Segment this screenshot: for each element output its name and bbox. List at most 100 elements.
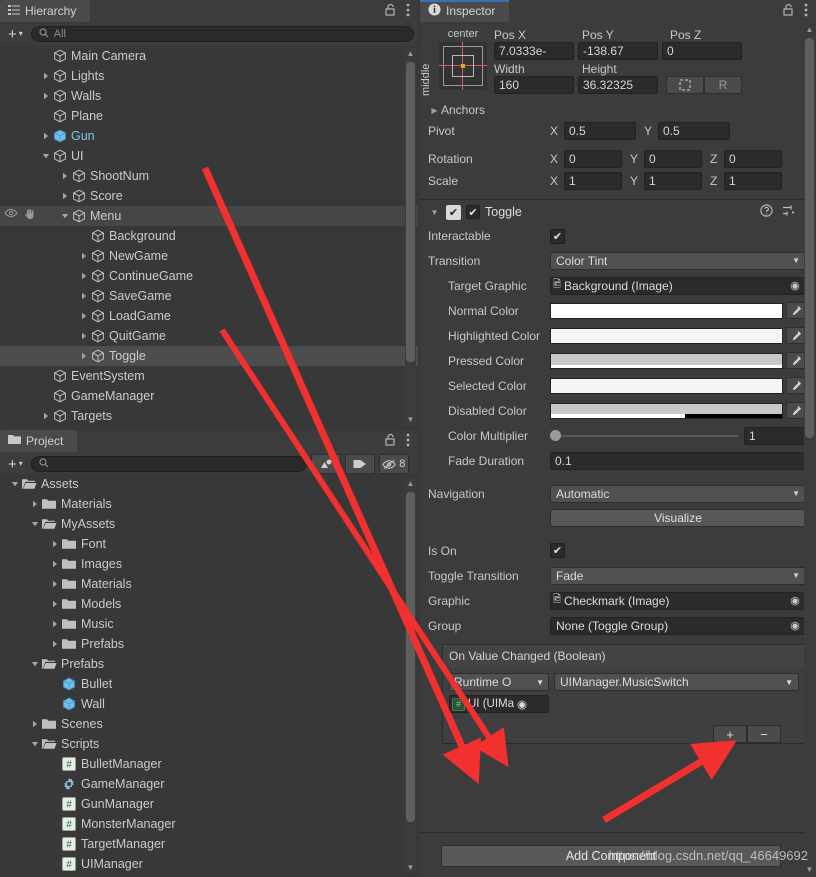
scale-x-input[interactable]: 1 (564, 172, 622, 190)
twisty-icon[interactable] (58, 192, 71, 200)
twisty-icon[interactable] (28, 740, 41, 748)
rotation-x-input[interactable]: 0 (564, 150, 622, 168)
hierarchy-item-gamemanager[interactable]: GameManager (0, 386, 418, 406)
inspector-scroll-thumb[interactable] (805, 38, 814, 438)
project-item-bulletmanager[interactable]: # BulletManager (0, 754, 418, 774)
project-item-scripts[interactable]: Scripts (0, 734, 418, 754)
toggle-transition-dropdown[interactable]: Fade ▼ (550, 566, 806, 585)
create-gameobject-button[interactable]: + ▾ (4, 27, 27, 42)
twisty-icon[interactable] (48, 600, 61, 608)
width-input[interactable]: 160 (494, 76, 574, 94)
twisty-icon[interactable] (28, 520, 41, 528)
chevron-down-icon[interactable]: ▼ (428, 208, 441, 217)
disabled-color-field[interactable] (550, 402, 783, 419)
highlighted-color-swatch[interactable] (550, 327, 783, 344)
hierarchy-item-targets[interactable]: Targets (0, 406, 418, 426)
hierarchy-item-quitgame[interactable]: QuitGame (0, 326, 418, 346)
project-item-myassets[interactable]: MyAssets (0, 514, 418, 534)
hierarchy-item-continuegame[interactable]: ContinueGame (0, 266, 418, 286)
height-input[interactable]: 36.32325 (578, 76, 658, 94)
object-picker-icon[interactable]: ◉ (517, 697, 527, 711)
blueprint-mode-icon[interactable] (666, 76, 704, 94)
create-asset-button[interactable]: + ▾ (4, 457, 27, 472)
tab-inspector[interactable]: Inspector (420, 0, 510, 22)
twisty-icon[interactable] (48, 580, 61, 588)
anchors-foldout[interactable]: ▶ Anchors (420, 100, 816, 120)
scroll-down-arrow[interactable]: ▼ (405, 414, 416, 426)
tab-hierarchy[interactable]: Hierarchy (0, 0, 91, 22)
event-object-field[interactable]: # UI (UIMa ◉ (449, 695, 549, 713)
twisty-icon[interactable] (77, 252, 90, 260)
fade-duration-input[interactable]: 0.1 (550, 451, 806, 470)
pos-z-input[interactable]: 0 (662, 42, 742, 60)
hierarchy-search-input[interactable]: All (30, 26, 414, 42)
twisty-icon[interactable] (48, 620, 61, 628)
transition-dropdown[interactable]: Color Tint ▼ (550, 251, 806, 270)
highlighted-color-field[interactable] (550, 327, 783, 344)
twisty-icon[interactable] (48, 560, 61, 568)
hierarchy-item-shootnum[interactable]: ShootNum (0, 166, 418, 186)
hierarchy-item-menu[interactable]: Menu (0, 206, 418, 226)
scale-y-input[interactable]: 1 (644, 172, 702, 190)
twisty-icon[interactable] (77, 332, 90, 340)
hierarchy-item-walls[interactable]: Walls (0, 86, 418, 106)
inspector-scrollbar[interactable]: ▲ ▼ (804, 24, 815, 876)
scroll-down-arrow[interactable]: ▼ (405, 862, 416, 874)
twisty-icon[interactable] (58, 212, 71, 220)
event-method-dropdown[interactable]: UIManager.MusicSwitch ▼ (554, 673, 799, 691)
pos-x-input[interactable]: 7.0333e- (494, 42, 574, 60)
eyedropper-icon[interactable] (786, 352, 806, 369)
pressed-color-swatch[interactable] (550, 352, 783, 369)
eyedropper-icon[interactable] (786, 302, 806, 319)
is-on-checkbox[interactable]: ✔ (550, 543, 565, 558)
pressed-color-field[interactable] (550, 352, 783, 369)
toggle-component-header[interactable]: ▼ ✔ ✔ Toggle (420, 200, 816, 224)
twisty-icon[interactable] (48, 540, 61, 548)
twisty-icon[interactable] (58, 172, 71, 180)
hierarchy-scrollbar[interactable]: ▲ ▼ (405, 48, 416, 426)
hierarchy-item-toggle[interactable]: Toggle (0, 346, 418, 366)
object-picker-icon[interactable]: ◉ (787, 594, 803, 607)
anchor-preset-widget[interactable]: middle center (420, 28, 494, 96)
project-item-music[interactable]: Music (0, 614, 418, 634)
preset-icon[interactable] (782, 204, 795, 220)
asset-filter-icon[interactable] (310, 454, 341, 474)
scroll-up-arrow[interactable]: ▲ (405, 478, 416, 490)
object-picker-icon[interactable]: ◉ (787, 279, 803, 292)
project-item-targetmanager[interactable]: # TargetManager (0, 834, 418, 854)
project-item-font[interactable]: Font (0, 534, 418, 554)
twisty-icon[interactable] (39, 152, 52, 160)
row-visibility-icons[interactable] (4, 208, 35, 223)
lock-icon[interactable] (384, 3, 396, 19)
kebab-menu-icon[interactable] (406, 3, 410, 20)
kebab-menu-icon[interactable] (406, 433, 410, 450)
anchor-preset-box[interactable] (439, 42, 487, 90)
twisty-icon[interactable] (48, 640, 61, 648)
scroll-up-arrow[interactable]: ▲ (405, 48, 416, 60)
hierarchy-item-eventsystem[interactable]: EventSystem (0, 366, 418, 386)
eyedropper-icon[interactable] (786, 402, 806, 419)
kebab-menu-icon[interactable] (804, 3, 808, 20)
twisty-icon[interactable] (39, 412, 52, 420)
pivot-x-input[interactable]: 0.5 (564, 122, 636, 140)
hierarchy-item-background[interactable]: Background (0, 226, 418, 246)
twisty-icon[interactable] (8, 480, 21, 488)
hierarchy-item-ui[interactable]: UI (0, 146, 418, 166)
label-filter-icon[interactable] (344, 454, 375, 474)
hierarchy-tree[interactable]: Main Camera Lights Walls Plane Gun UI ShootNum… (0, 46, 418, 428)
hierarchy-item-savegame[interactable]: SaveGame (0, 286, 418, 306)
group-objectfield[interactable]: None (Toggle Group) ◉ (550, 616, 806, 635)
project-search-input[interactable] (30, 456, 307, 472)
project-item-scenes[interactable]: Scenes (0, 714, 418, 734)
event-runtime-dropdown[interactable]: Runtime O ▼ (449, 673, 549, 691)
normal-color-field[interactable] (550, 302, 783, 319)
project-item-materials[interactable]: Materials (0, 574, 418, 594)
normal-color-swatch[interactable] (550, 302, 783, 319)
lock-icon[interactable] (782, 3, 794, 19)
project-item-bullet[interactable]: Bullet (0, 674, 418, 694)
scroll-down-arrow[interactable]: ▼ (804, 864, 815, 876)
twisty-icon[interactable] (39, 92, 52, 100)
color-multiplier-slider[interactable] (550, 428, 738, 444)
pos-y-input[interactable]: -138.67 (578, 42, 658, 60)
visualize-button[interactable]: Visualize (550, 509, 806, 527)
